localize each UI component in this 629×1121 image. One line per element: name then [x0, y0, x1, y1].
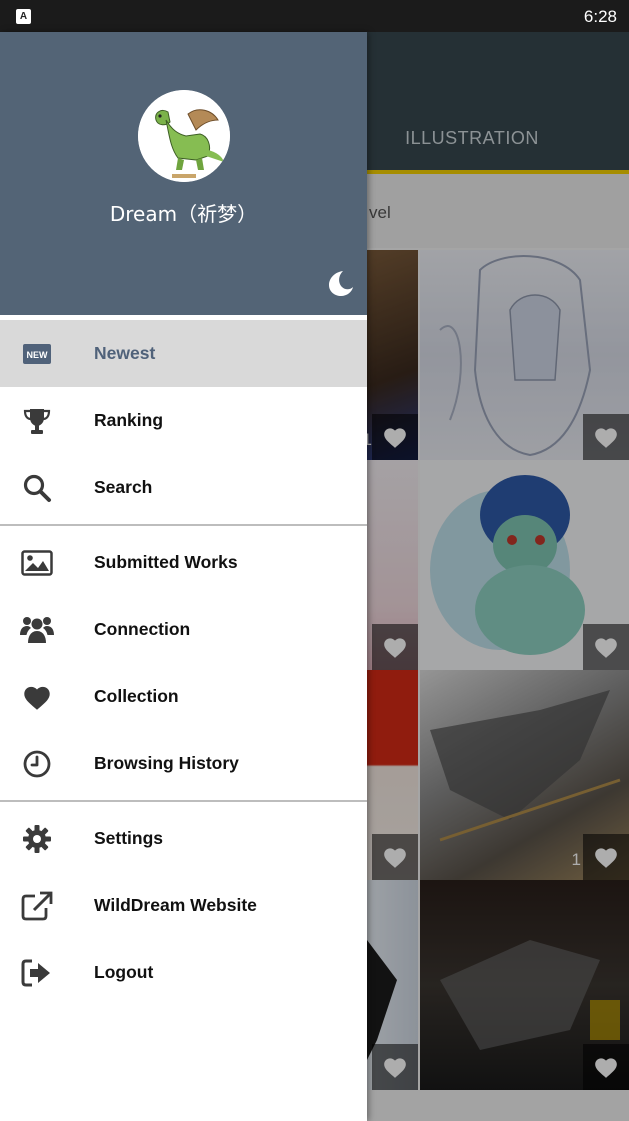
status-time: 6:28: [583, 7, 617, 26]
image-icon: [19, 545, 55, 581]
avatar[interactable]: [138, 90, 230, 182]
gear-icon: [19, 821, 55, 857]
menu-divider: [0, 800, 367, 802]
menu-item-label: Submitted Works: [94, 552, 238, 572]
drawer-header: Dream（祈梦）: [0, 32, 367, 315]
menu-item-label: Search: [94, 477, 153, 497]
menu-item-label: WildDream Website: [94, 895, 257, 915]
menu-item-connection[interactable]: Connection: [0, 596, 367, 663]
menu-item-collection[interactable]: Collection: [0, 663, 367, 730]
menu-item-ranking[interactable]: Ranking: [0, 387, 367, 454]
menu-item-logout[interactable]: Logout: [0, 939, 367, 1006]
trophy-icon: [19, 403, 55, 439]
menu-item-website[interactable]: WildDream Website: [0, 872, 367, 939]
external-link-icon: [19, 888, 55, 924]
menu-divider: [0, 524, 367, 526]
new-icon: NEW: [19, 336, 55, 372]
menu-item-newest[interactable]: NEW Newest: [0, 320, 367, 387]
app-notification-icon: A: [16, 9, 31, 24]
drawer-menu: NEW Newest Ranking Search Submitted Work…: [0, 320, 367, 1006]
menu-item-label: Newest: [94, 343, 156, 363]
clock-icon: [19, 746, 55, 782]
menu-item-label: Ranking: [94, 410, 164, 430]
svg-text:NEW: NEW: [27, 350, 49, 360]
menu-item-label: Logout: [94, 962, 154, 982]
logout-icon: [19, 955, 55, 991]
menu-item-settings[interactable]: Settings: [0, 805, 367, 872]
menu-item-label: Settings: [94, 828, 164, 848]
menu-item-label: Collection: [94, 686, 179, 706]
menu-item-label: Connection: [94, 619, 191, 639]
menu-item-browsing-history[interactable]: Browsing History: [0, 730, 367, 797]
dragon-avatar-image: [138, 90, 230, 182]
users-icon: [19, 612, 55, 648]
navigation-drawer: Dream（祈梦） NEW Newest Ranking Search Subm…: [0, 32, 367, 1121]
heart-icon: [19, 679, 55, 715]
menu-item-submitted-works[interactable]: Submitted Works: [0, 529, 367, 596]
moon-icon: [329, 271, 353, 296]
search-icon: [19, 470, 55, 506]
menu-item-label: Browsing History: [94, 753, 239, 773]
menu-item-search[interactable]: Search: [0, 454, 367, 521]
status-bar: A 6:28: [0, 0, 629, 32]
username: Dream（祈梦）: [109, 202, 258, 226]
night-mode-toggle[interactable]: [325, 268, 355, 298]
